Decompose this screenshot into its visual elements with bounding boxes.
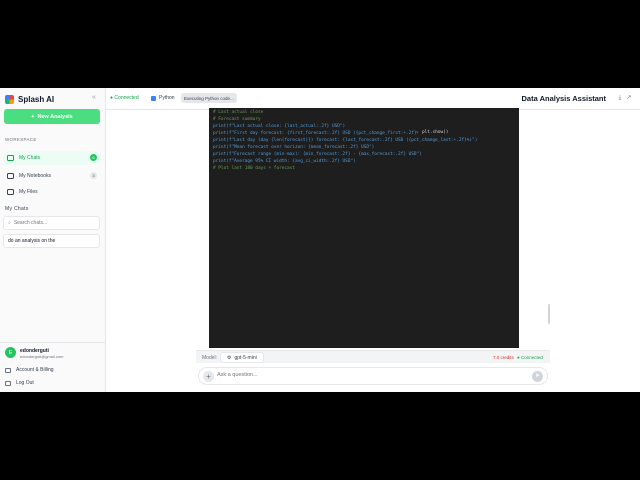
logout-icon <box>5 380 11 386</box>
workspace-label: WORKSPACE <box>5 137 37 142</box>
connection-status-label: Connected <box>114 95 139 101</box>
avatar[interactable]: E <box>5 347 16 358</box>
panel-title: Data Analysis Assistant <box>521 94 606 103</box>
plus-icon: + <box>31 113 35 120</box>
download-icon[interactable]: ⤓ <box>617 95 623 101</box>
user-email: edonderguti@gmail.com <box>20 354 64 359</box>
kernel-chip[interactable]: Python <box>151 95 175 101</box>
sidebar-item-label: My Chats <box>19 155 41 161</box>
folder-icon <box>7 189 14 195</box>
sidebar-item-my-files[interactable]: My Files <box>3 185 101 199</box>
new-analysis-label: New Analysis <box>37 113 73 120</box>
python-icon <box>151 95 156 101</box>
splash-logo-icon <box>5 94 14 104</box>
notebook-icon <box>7 173 14 179</box>
app-window: Splash AI « + New Analysis WORKSPACE My … <box>0 88 640 392</box>
account-billing-link[interactable]: Account & Billing <box>5 367 54 373</box>
scrollbar[interactable] <box>548 304 550 324</box>
brand[interactable]: Splash AI <box>5 92 54 106</box>
chat-search[interactable]: ⌕ <box>3 216 100 230</box>
sidebar: Splash AI « + New Analysis WORKSPACE My … <box>0 88 106 392</box>
chat-list-item[interactable]: do an analysis on the <box>3 234 100 248</box>
count-badge: 6 <box>90 154 97 161</box>
code-line: # Forecast summary <box>213 117 261 123</box>
model-select[interactable]: ⚙ gpt-5-mini <box>220 352 264 363</box>
sidebar-item-label: My Notebooks <box>19 173 51 179</box>
code-line: plt.show() <box>418 128 519 136</box>
account-billing-label: Account & Billing <box>16 367 54 373</box>
sidebar-item-my-chats[interactable]: My Chats 6 <box>3 151 101 165</box>
share-icon[interactable]: ↗ <box>626 95 632 101</box>
app-name: Splash AI <box>18 94 55 104</box>
search-icon: ⌕ <box>8 220 11 226</box>
code-line: # Plot last 180 days + forecast <box>213 166 295 172</box>
code-line: print(f"Average 95% CI width: {avg_ci_wi… <box>213 159 356 165</box>
top-bar: ● Connected Python Executing Python code… <box>106 88 640 110</box>
log-out-link[interactable]: Log Out <box>5 380 34 386</box>
credits-badge: 7.0 credits <box>493 355 514 360</box>
new-analysis-button[interactable]: + New Analysis <box>4 109 100 124</box>
code-line: print(f"Mean forecast over horizon: {mea… <box>213 145 375 151</box>
code-line: print(f"Forecast range (min-max): {min_f… <box>213 152 422 158</box>
sidebar-item-label: My Files <box>19 189 38 195</box>
connection-status: ● Connected <box>110 95 139 101</box>
kernel-label: Python <box>159 95 175 101</box>
execution-status: Executing Python code... <box>181 93 237 103</box>
model-icon: ⚙ <box>227 354 232 361</box>
search-input[interactable] <box>13 220 94 226</box>
attach-plus-icon[interactable]: + <box>203 371 214 382</box>
code-line: print(f"Last day (day {len(forecast)}) f… <box>213 138 478 144</box>
model-name: gpt-5-mini <box>234 354 257 361</box>
model-connection-status: ● Connected <box>517 355 543 360</box>
send-icon[interactable]: ➤ <box>532 371 543 382</box>
model-label: Model: <box>202 355 218 361</box>
ask-input[interactable] <box>217 372 517 378</box>
model-bar: Model: ⚙ gpt-5-mini 7.0 credits ● Connec… <box>196 350 550 363</box>
collapse-sidebar-icon[interactable]: « <box>92 94 96 101</box>
my-chats-heading: My Chats <box>5 206 29 212</box>
code-block: # Last actual closelast_actual = daily_d… <box>209 108 519 348</box>
count-badge: 3 <box>90 172 97 179</box>
user-block: E edonderguti edonderguti@gmail.com Acco… <box>0 342 106 392</box>
chat-icon <box>7 155 14 161</box>
log-out-label: Log Out <box>16 380 34 386</box>
sidebar-item-my-notebooks[interactable]: My Notebooks 3 <box>3 169 101 183</box>
code-line: # Last actual close <box>213 110 264 115</box>
model-connection-label: Connected <box>520 355 543 360</box>
card-icon <box>5 367 11 373</box>
ask-bar: + ➤ <box>198 367 548 385</box>
